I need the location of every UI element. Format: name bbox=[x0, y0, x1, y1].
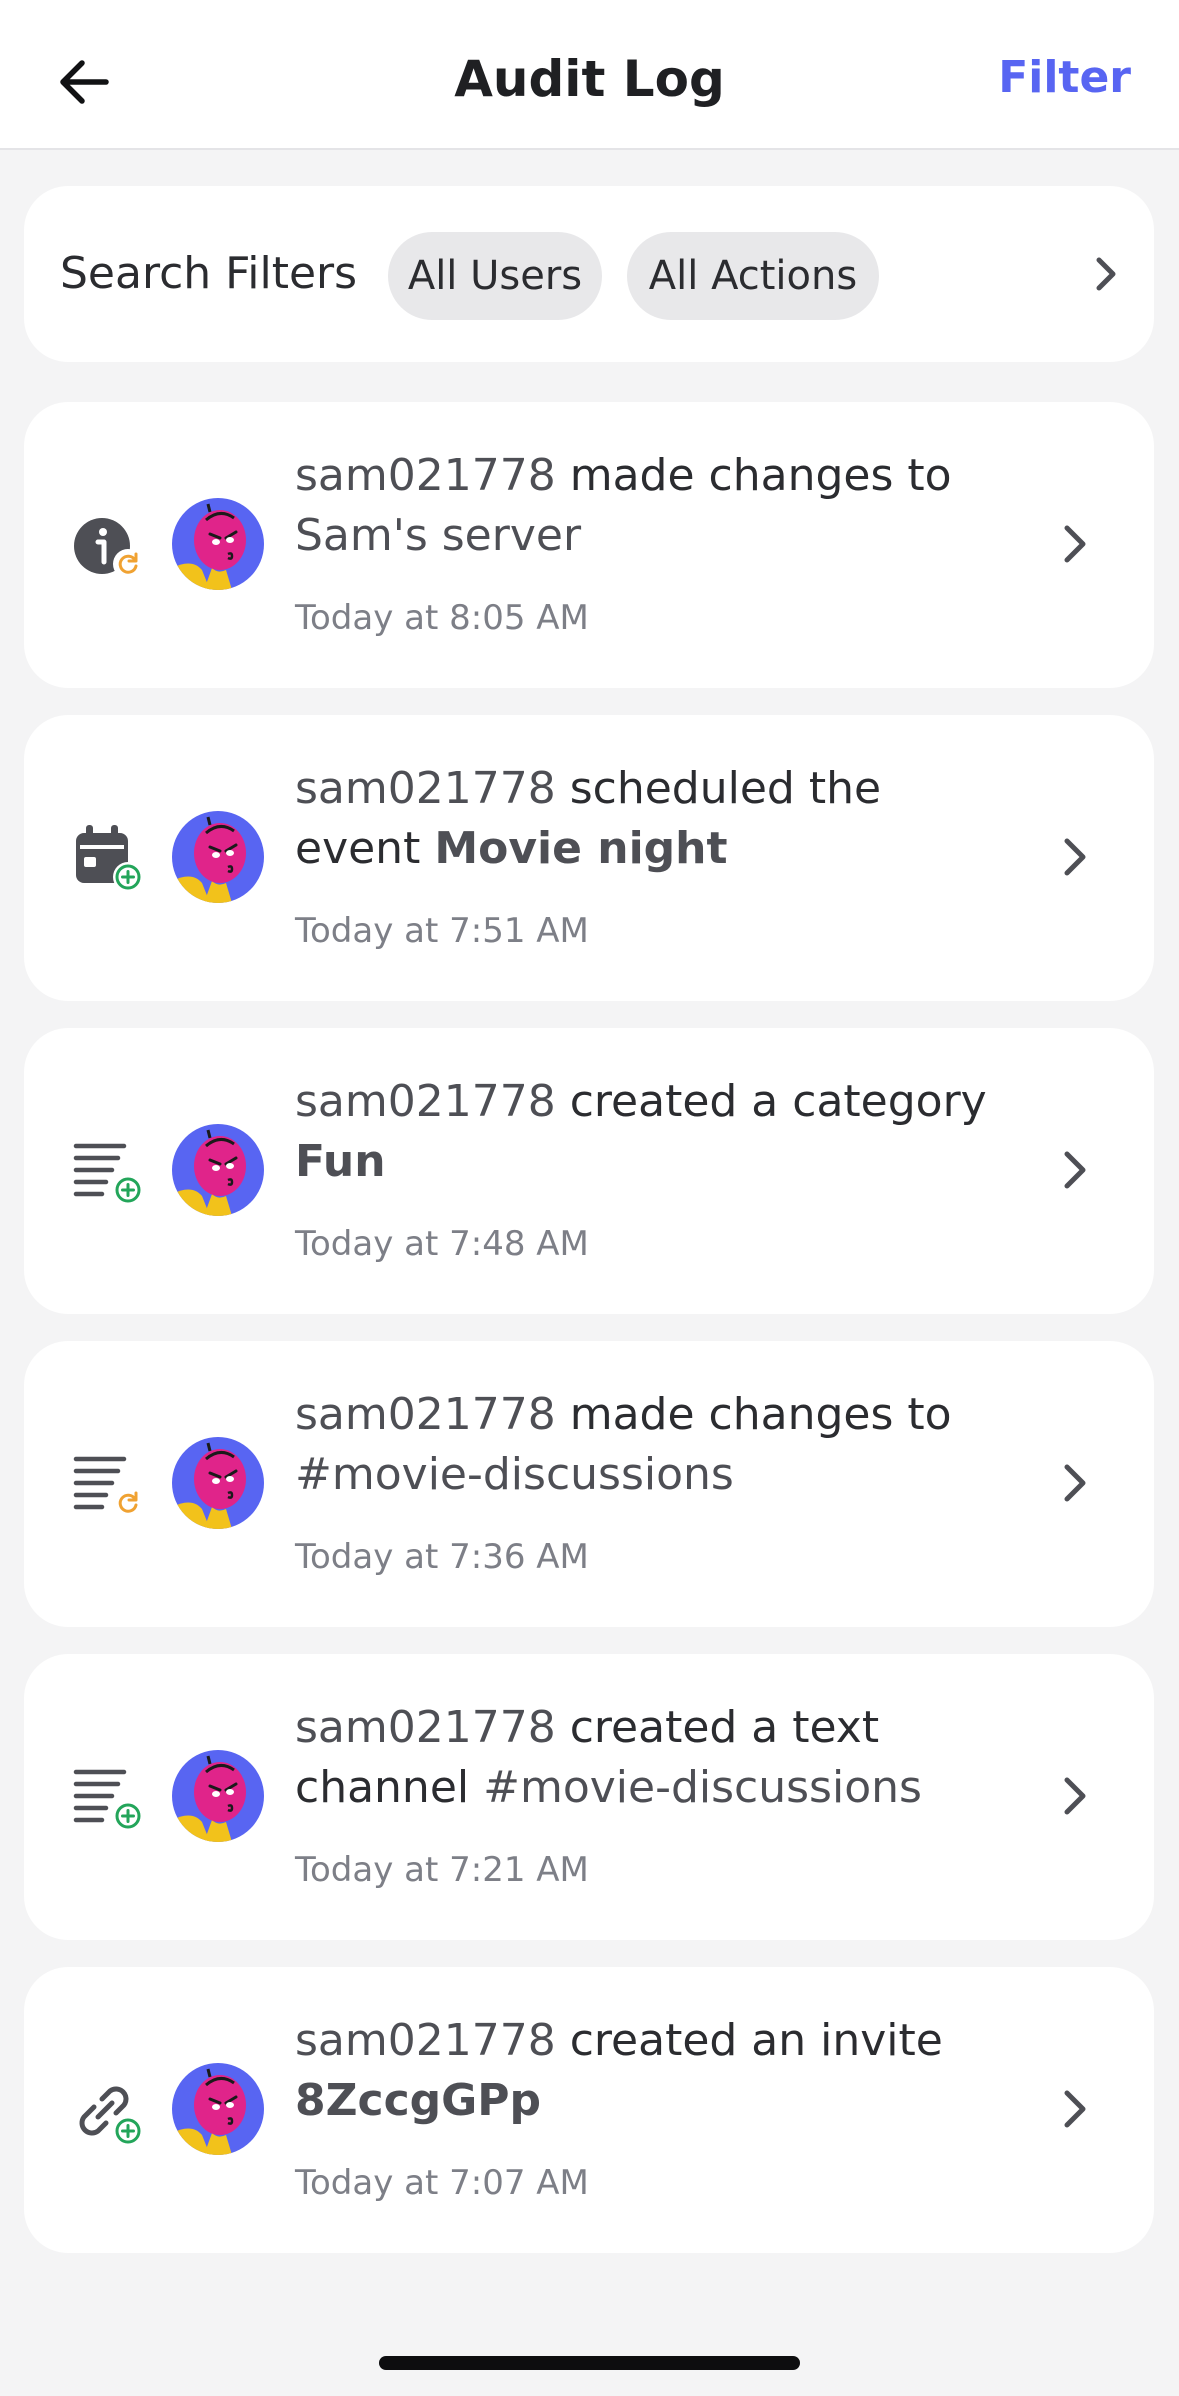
audit-log-entry[interactable]: sam021778 made changes to Sam's server T… bbox=[24, 402, 1154, 688]
audit-log-entry[interactable]: sam021778 created a text channel #movie-… bbox=[24, 1654, 1154, 1940]
audit-log-entry[interactable]: sam021778 made changes to #movie-discuss… bbox=[24, 1341, 1154, 1627]
entry-description: sam021778 created a text channel #movie-… bbox=[295, 1698, 1015, 1818]
avatar bbox=[172, 1124, 264, 1216]
entry-description: sam021778 created an invite 8ZccgGPp bbox=[295, 2011, 1015, 2131]
entry-timestamp: Today at 8:05 AM bbox=[295, 598, 589, 638]
entry-target: #movie-discussions bbox=[483, 1762, 922, 1813]
all-actions-chip[interactable]: All Actions bbox=[627, 232, 879, 320]
chevron-right-icon bbox=[1064, 838, 1086, 876]
entry-action: made changes to bbox=[569, 450, 952, 501]
search-filters-more-button[interactable] bbox=[1080, 248, 1132, 300]
audit-log-entry[interactable]: sam021778 scheduled the event Movie nigh… bbox=[24, 715, 1154, 1001]
entry-username: sam021778 bbox=[295, 1389, 556, 1440]
entry-username: sam021778 bbox=[295, 1076, 556, 1127]
entry-username: sam021778 bbox=[295, 450, 556, 501]
home-indicator[interactable] bbox=[379, 2356, 800, 2370]
entry-target: #movie-discussions bbox=[295, 1449, 734, 1500]
entry-description: sam021778 created a category Fun bbox=[295, 1072, 1015, 1192]
chevron-right-icon bbox=[1096, 257, 1116, 291]
channel-add-icon bbox=[72, 1760, 145, 1833]
avatar bbox=[172, 498, 264, 590]
entry-description: sam021778 made changes to #movie-discuss… bbox=[295, 1385, 1015, 1505]
entry-description: sam021778 scheduled the event Movie nigh… bbox=[295, 759, 1015, 879]
entry-timestamp: Today at 7:36 AM bbox=[295, 1537, 589, 1577]
entry-action: made changes to bbox=[569, 1389, 952, 1440]
entry-open-button[interactable] bbox=[1048, 514, 1100, 574]
channel-update-icon bbox=[72, 1447, 145, 1520]
avatar bbox=[172, 2063, 264, 2155]
entry-target: Fun bbox=[295, 1136, 386, 1187]
category-add-icon bbox=[72, 1134, 145, 1207]
filter-button[interactable]: Filter bbox=[998, 52, 1131, 103]
entry-timestamp: Today at 7:07 AM bbox=[295, 2163, 589, 2203]
entry-target: 8ZccgGPp bbox=[295, 2075, 542, 2126]
all-users-chip[interactable]: All Users bbox=[388, 232, 602, 320]
entry-action: created an invite bbox=[569, 2015, 943, 2066]
entry-open-button[interactable] bbox=[1048, 827, 1100, 887]
avatar bbox=[172, 811, 264, 903]
entry-username: sam021778 bbox=[295, 2015, 556, 2066]
search-filters-card: Search Filters All Users All Actions bbox=[24, 186, 1154, 362]
server-update-icon bbox=[74, 518, 145, 581]
avatar bbox=[172, 1437, 264, 1529]
header-bar: Audit Log Filter bbox=[0, 0, 1179, 150]
entry-target: Movie night bbox=[434, 823, 728, 874]
entry-timestamp: Today at 7:21 AM bbox=[295, 1850, 589, 1890]
chevron-right-icon bbox=[1064, 2090, 1086, 2128]
audit-log-entry[interactable]: sam021778 created a category Fun Today a… bbox=[24, 1028, 1154, 1314]
entry-timestamp: Today at 7:51 AM bbox=[295, 911, 589, 951]
entry-open-button[interactable] bbox=[1048, 1766, 1100, 1826]
entry-open-button[interactable] bbox=[1048, 1140, 1100, 1200]
entry-username: sam021778 bbox=[295, 1702, 556, 1753]
calendar-add-icon bbox=[76, 825, 145, 894]
audit-log-entry[interactable]: sam021778 created an invite 8ZccgGPp Tod… bbox=[24, 1967, 1154, 2253]
entry-timestamp: Today at 7:48 AM bbox=[295, 1224, 589, 1264]
chevron-right-icon bbox=[1064, 1464, 1086, 1502]
chevron-right-icon bbox=[1064, 1151, 1086, 1189]
entry-open-button[interactable] bbox=[1048, 1453, 1100, 1513]
entry-target: Sam's server bbox=[295, 510, 582, 561]
invite-link-add-icon bbox=[79, 2086, 145, 2148]
entry-open-button[interactable] bbox=[1048, 2079, 1100, 2139]
entry-action: created a category bbox=[569, 1076, 987, 1127]
avatar bbox=[172, 1750, 264, 1842]
entry-description: sam021778 made changes to Sam's server bbox=[295, 446, 1015, 566]
entry-username: sam021778 bbox=[295, 763, 556, 814]
chevron-right-icon bbox=[1064, 1777, 1086, 1815]
search-filters-label: Search Filters bbox=[60, 248, 358, 299]
chevron-right-icon bbox=[1064, 525, 1086, 563]
